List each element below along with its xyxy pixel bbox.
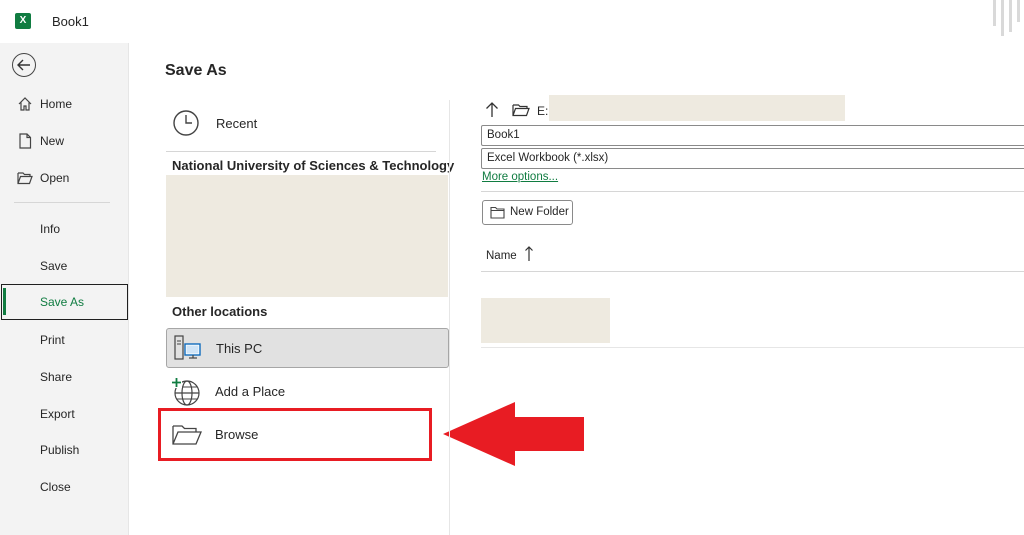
divider bbox=[481, 191, 1024, 192]
nav-item-label: New bbox=[40, 134, 65, 148]
sort-ascending-icon bbox=[524, 246, 534, 265]
page-title: Save As bbox=[165, 62, 227, 79]
annotation-arrow bbox=[443, 402, 584, 466]
column-name-label: Name bbox=[486, 249, 517, 262]
nav-item-label: Info bbox=[40, 222, 61, 236]
nav-item-publish[interactable]: Publish bbox=[0, 432, 129, 468]
nav-item-close[interactable]: Close bbox=[0, 469, 129, 505]
column-header-name[interactable]: Name bbox=[486, 246, 534, 265]
file-type-select[interactable]: Excel Workbook (*.xlsx) bbox=[481, 148, 1024, 169]
location-add-a-place[interactable]: Add a Place bbox=[166, 372, 449, 412]
more-options-link[interactable]: More options... bbox=[482, 171, 558, 183]
nav-item-open[interactable]: Open bbox=[0, 160, 129, 196]
document-title: Book1 bbox=[52, 14, 89, 29]
nav-item-home[interactable]: Home bbox=[0, 86, 129, 122]
excel-backstage-window: X Book1 Home New Open Info Save Save As … bbox=[0, 0, 1024, 535]
up-arrow-icon[interactable] bbox=[485, 102, 499, 123]
nav-item-label: Home bbox=[40, 97, 73, 111]
nav-item-info[interactable]: Info bbox=[0, 211, 129, 247]
nav-item-export[interactable]: Export bbox=[0, 396, 129, 432]
excel-icon: X bbox=[15, 13, 31, 29]
nav-item-label: Share bbox=[40, 370, 73, 384]
panel-divider bbox=[449, 100, 450, 535]
nav-item-print[interactable]: Print bbox=[0, 322, 129, 358]
nav-item-label: Close bbox=[40, 480, 71, 494]
active-indicator bbox=[3, 288, 6, 315]
nav-item-label: Publish bbox=[40, 443, 80, 457]
nav-item-label: Save bbox=[40, 259, 68, 273]
other-locations-heading: Other locations bbox=[172, 304, 268, 319]
new-folder-button[interactable]: New Folder bbox=[482, 200, 573, 225]
nav-divider bbox=[14, 202, 110, 203]
nav-item-label: Open bbox=[40, 171, 70, 185]
home-icon bbox=[17, 96, 33, 112]
clock-icon bbox=[172, 109, 200, 142]
divider bbox=[481, 271, 1024, 272]
open-folder-icon bbox=[17, 170, 33, 186]
title-bar: X Book1 bbox=[0, 0, 1024, 43]
nav-item-new[interactable]: New bbox=[0, 123, 129, 159]
nav-item-save-as[interactable]: Save As bbox=[1, 284, 128, 320]
backstage-nav: Home New Open Info Save Save As Print Sh… bbox=[0, 43, 129, 535]
path-prefix: E: bbox=[537, 104, 549, 118]
new-folder-label: New Folder bbox=[510, 206, 569, 218]
nav-item-save[interactable]: Save bbox=[0, 248, 129, 284]
nav-item-label: Save As bbox=[40, 295, 85, 309]
redacted-area bbox=[166, 175, 448, 297]
location-this-pc[interactable]: This PC bbox=[166, 328, 449, 368]
divider bbox=[481, 347, 1024, 348]
window-decoration bbox=[990, 0, 1024, 40]
redacted-path bbox=[549, 95, 845, 121]
divider bbox=[166, 151, 436, 152]
location-label: Add a Place bbox=[215, 384, 286, 399]
nav-item-label: Print bbox=[40, 333, 65, 347]
annotation-highlight-box bbox=[158, 408, 432, 461]
nav-item-share[interactable]: Share bbox=[0, 359, 129, 395]
location-label: Recent bbox=[216, 115, 258, 131]
location-label: This PC bbox=[216, 341, 263, 356]
folder-icon bbox=[512, 103, 530, 122]
back-arrow-icon[interactable] bbox=[12, 53, 36, 77]
nav-item-label: Export bbox=[40, 407, 75, 421]
location-recent[interactable]: Recent bbox=[166, 104, 436, 142]
file-name-input[interactable]: Book1 bbox=[481, 125, 1024, 146]
this-pc-icon bbox=[173, 334, 203, 367]
redacted-file-row bbox=[481, 298, 610, 343]
new-document-icon bbox=[17, 133, 33, 149]
new-folder-icon bbox=[490, 206, 505, 222]
organization-heading: National University of Sciences & Techno… bbox=[172, 158, 455, 173]
